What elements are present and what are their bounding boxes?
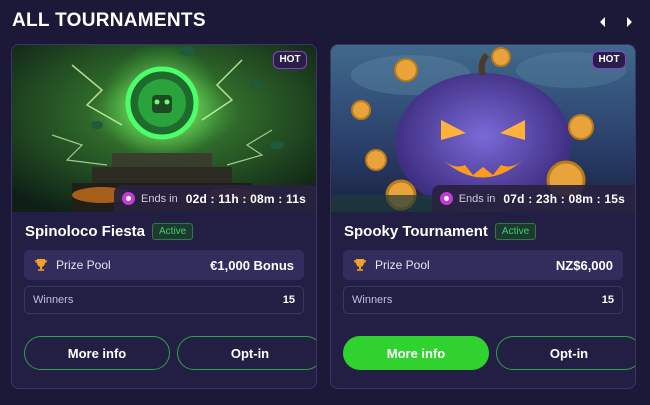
hot-badge: HOT xyxy=(592,51,626,69)
timer-icon xyxy=(439,192,453,205)
winners-label: Winners xyxy=(33,294,74,306)
winners-row: Winners 15 xyxy=(343,286,623,314)
winners-value: 15 xyxy=(601,294,614,306)
opt-in-button[interactable]: Opt-in xyxy=(496,336,635,370)
countdown-bar: Ends in 07d : 23h : 08m : 15s xyxy=(431,185,635,212)
tournament-card[interactable]: HOT Ends in 02d : 11h : 08m : 11s Spinol… xyxy=(11,44,317,389)
status-badge: Active xyxy=(152,223,194,240)
card-title-row: Spinoloco Fiesta Active xyxy=(25,223,194,240)
prize-pool-label: Prize Pool xyxy=(375,258,430,272)
tournament-name: Spinoloco Fiesta xyxy=(25,223,146,240)
prize-pool-row: Prize Pool NZ$6,000 xyxy=(343,250,623,280)
card-title-row: Spooky Tournament Active xyxy=(344,223,537,240)
trophy-icon xyxy=(353,258,367,272)
section-title: ALL TOURNAMENTS xyxy=(12,10,206,31)
winners-row: Winners 15 xyxy=(24,286,304,314)
prize-pool-value: €1,000 Bonus xyxy=(210,257,294,273)
tournament-image[interactable]: HOT Ends in 02d : 11h : 08m : 11s xyxy=(12,45,316,212)
countdown-bar: Ends in 02d : 11h : 08m : 11s xyxy=(114,185,316,212)
prize-pool-row: Prize Pool €1,000 Bonus xyxy=(24,250,304,280)
tournament-name: Spooky Tournament xyxy=(344,223,488,240)
more-info-button[interactable]: More info xyxy=(24,336,170,370)
countdown-value: 07d : 23h : 08m : 15s xyxy=(503,191,625,206)
prize-pool-value: NZ$6,000 xyxy=(555,257,613,273)
ends-label: Ends in xyxy=(458,192,496,205)
opt-in-button[interactable]: Opt-in xyxy=(177,336,316,370)
tournament-image[interactable]: HOT Ends in 07d : 23h : 08m : 15s xyxy=(331,45,635,212)
hot-badge: HOT xyxy=(273,51,307,69)
tournaments-header: ALL TOURNAMENTS xyxy=(0,0,650,44)
winners-label: Winners xyxy=(352,294,393,306)
countdown-value: 02d : 11h : 08m : 11s xyxy=(185,191,306,206)
ends-label: Ends in xyxy=(141,192,178,205)
chevron-right-icon[interactable] xyxy=(623,15,635,29)
prize-pool-label: Prize Pool xyxy=(56,258,111,272)
winners-value: 15 xyxy=(282,294,295,306)
chevron-left-icon[interactable] xyxy=(597,15,609,29)
trophy-icon xyxy=(34,258,48,272)
more-info-button[interactable]: More info xyxy=(343,336,489,370)
status-badge: Active xyxy=(494,223,537,240)
tournament-card[interactable]: HOT Ends in 07d : 23h : 08m : 15s Spooky… xyxy=(330,44,636,389)
timer-icon xyxy=(122,192,136,205)
